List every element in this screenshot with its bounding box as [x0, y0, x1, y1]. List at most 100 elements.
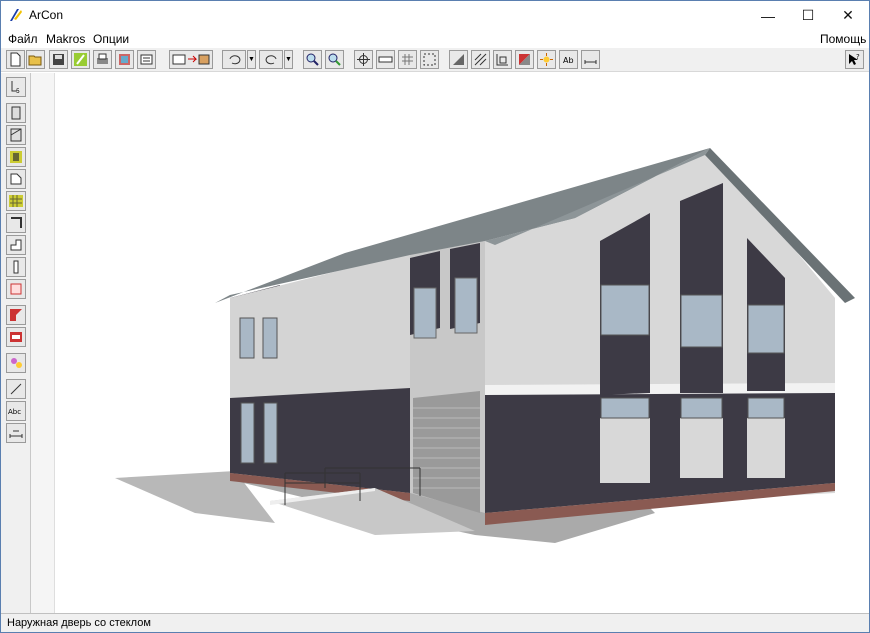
dormer-button[interactable] [6, 327, 26, 347]
menu-makros[interactable]: Makros [46, 32, 85, 46]
paint-button[interactable] [6, 353, 26, 373]
open-folder-icon [28, 55, 42, 66]
text-style-button[interactable]: Ab [559, 50, 578, 69]
wall-window-button[interactable] [6, 125, 26, 145]
status-text: Наружная дверь со стеклом [7, 617, 151, 629]
new-document-button[interactable] [6, 50, 25, 69]
wall-button[interactable] [6, 103, 26, 123]
zoom-walk-icon [328, 53, 341, 66]
room-button[interactable] [6, 169, 26, 189]
snap-grid-icon [423, 53, 436, 66]
export-icon [140, 54, 153, 65]
menu-options[interactable]: Опции [93, 32, 129, 46]
3d-viewport[interactable] [55, 73, 869, 613]
print-preview-icon [119, 54, 130, 65]
help-cursor-button[interactable]: ? [845, 50, 864, 69]
undo-icon [229, 55, 240, 65]
copy-to-3d-button[interactable] [169, 50, 213, 69]
measure-icon [584, 60, 597, 64]
help-cursor-icon: ? [849, 53, 860, 65]
redo-icon [265, 55, 276, 65]
open-button[interactable] [26, 50, 45, 69]
stairs-button[interactable] [6, 191, 26, 211]
red-wall-button[interactable] [515, 50, 534, 69]
left-toolbar: 5 Abc [1, 73, 31, 613]
svg-text:?: ? [856, 53, 860, 61]
roof-icon [10, 309, 22, 321]
dormer-icon [10, 332, 22, 342]
roof-button[interactable] [6, 305, 26, 325]
select-button[interactable]: 5 [6, 77, 26, 97]
object-icon [10, 283, 22, 295]
grid-icon [402, 54, 413, 65]
redo-button[interactable] [259, 50, 283, 69]
door-icon [10, 151, 22, 163]
select-icon: 5 [11, 81, 20, 95]
vertical-ruler [31, 73, 55, 613]
chevron-down-icon: ▼ [248, 56, 255, 63]
text-style-icon: Ab [563, 56, 574, 65]
window-title: ArCon [29, 8, 64, 22]
snap-grid-button[interactable] [420, 50, 439, 69]
fill-wall-icon [453, 54, 464, 65]
zoom-walk-button[interactable] [325, 50, 344, 69]
line-icon [10, 383, 22, 395]
arcon-logo-icon [10, 9, 22, 21]
ruler-button[interactable] [376, 50, 395, 69]
menu-bar: Файл Makros Опции Помощь [1, 30, 869, 48]
support-icon [10, 239, 22, 251]
pencil-button[interactable] [71, 50, 90, 69]
crosshair-button[interactable] [354, 50, 373, 69]
copy-to-3d-icon [172, 54, 210, 65]
menu-file[interactable]: Файл [8, 32, 38, 46]
zoom-icon [306, 53, 319, 66]
title-bar: ArCon — ☐ ✕ [1, 1, 869, 30]
room-icon [10, 173, 22, 185]
close-icon: ✕ [842, 7, 854, 23]
column-button[interactable] [6, 213, 26, 233]
minimize-icon: — [761, 7, 775, 24]
save-icon [53, 54, 64, 65]
dimension-left-button[interactable] [6, 423, 26, 443]
measure-button[interactable] [581, 50, 600, 69]
door-button[interactable] [6, 147, 26, 167]
maximize-icon: ☐ [801, 7, 815, 23]
redo-dropdown[interactable]: ▼ [284, 50, 293, 69]
stairs-icon [9, 195, 23, 207]
dimension-button[interactable] [493, 50, 512, 69]
hatch-button[interactable] [471, 50, 490, 69]
text-icon: Abc [8, 408, 21, 416]
new-document-icon [10, 52, 21, 67]
save-button[interactable] [49, 50, 68, 69]
light-icon [540, 53, 553, 66]
undo-dropdown[interactable]: ▼ [247, 50, 256, 69]
export-button[interactable] [137, 50, 156, 69]
print-button[interactable] [93, 50, 112, 69]
menu-help[interactable]: Помощь [820, 32, 866, 46]
svg-text:Ab: Ab [563, 56, 574, 65]
info-icon [13, 260, 19, 274]
info-button[interactable] [6, 257, 26, 277]
close-button[interactable]: ✕ [825, 1, 870, 30]
column-icon [11, 217, 22, 228]
dimension-icon [9, 430, 23, 438]
print-icon [97, 53, 108, 64]
status-bar: Наружная дверь со стеклом [1, 613, 869, 632]
fill-wall-button[interactable] [449, 50, 468, 69]
grid-button[interactable] [398, 50, 417, 69]
zoom-button[interactable] [303, 50, 322, 69]
object-button[interactable] [6, 279, 26, 299]
undo-button[interactable] [222, 50, 246, 69]
text-button[interactable]: Abc [6, 401, 26, 421]
line-button[interactable] [6, 379, 26, 399]
support-button[interactable] [6, 235, 26, 255]
svg-text:Abc: Abc [8, 408, 21, 416]
pencil-icon [74, 53, 87, 66]
print-preview-button[interactable] [115, 50, 134, 69]
chevron-down-icon: ▼ [285, 56, 292, 63]
light-button[interactable] [537, 50, 556, 69]
wall-icon [11, 106, 21, 120]
app-window: ArCon — ☐ ✕ Файл Makros Опции Помощь ▼ ▼ [0, 0, 870, 633]
ruler-icon [378, 56, 393, 63]
crosshair-icon [357, 53, 370, 66]
